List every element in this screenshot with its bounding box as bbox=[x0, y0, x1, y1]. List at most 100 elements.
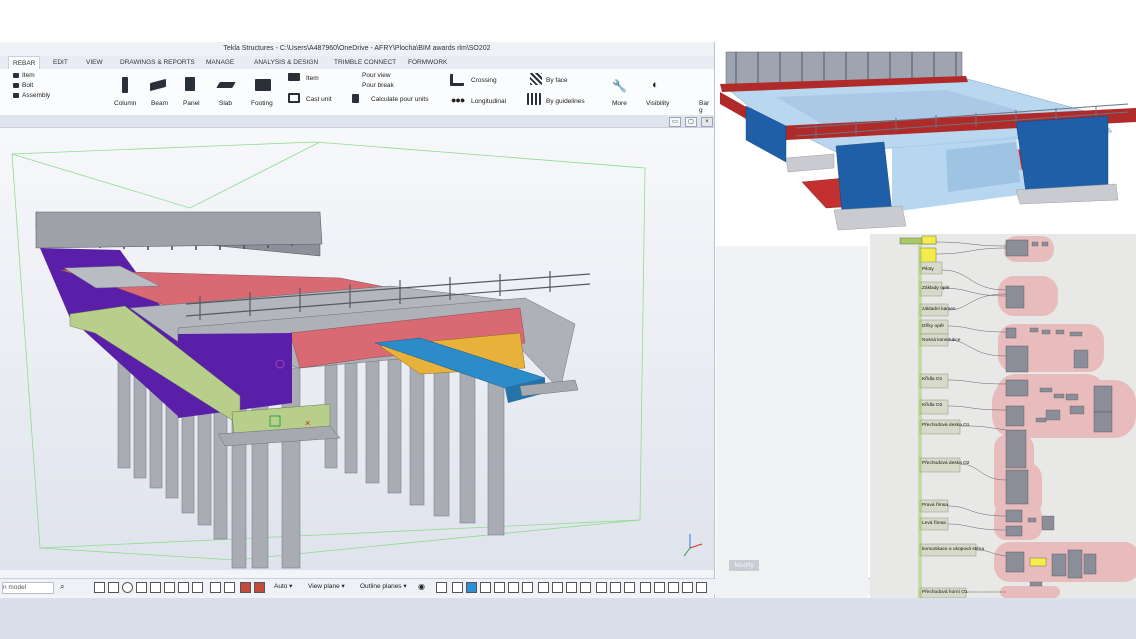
window-title: Tekla Structures - C:\Users\A487960\OneD… bbox=[0, 42, 714, 56]
column-button[interactable]: Column bbox=[114, 100, 136, 107]
eye-icon[interactable]: ◉ bbox=[418, 582, 425, 592]
grid-icon[interactable] bbox=[480, 582, 491, 593]
graph-label-prechodova-deska-o2: Přechodová deska O2 bbox=[922, 461, 970, 466]
visibility-button[interactable]: Visibility bbox=[646, 100, 669, 107]
layers-icon[interactable] bbox=[640, 582, 651, 593]
auto-dropdown[interactable]: Auto ▾ bbox=[274, 582, 292, 592]
item-button[interactable]: Item bbox=[306, 75, 319, 82]
outline-planes-dropdown[interactable]: Outline planes ▾ bbox=[360, 582, 407, 592]
graph-label-prava-rimsa: Pravá římsa bbox=[922, 503, 948, 508]
graph-label-nosna-konstrukce: Nosná konstrukce bbox=[922, 338, 961, 343]
crossing-button[interactable]: Crossing bbox=[471, 77, 497, 84]
wave-tool-icon[interactable] bbox=[178, 582, 189, 593]
model-search-input[interactable]: n model bbox=[2, 582, 54, 594]
by-guidelines-button[interactable]: By guidelines bbox=[546, 98, 585, 105]
wrench-icon: 🔧 bbox=[612, 79, 627, 93]
tool-b-icon[interactable] bbox=[682, 582, 693, 593]
slab-button[interactable]: Slab bbox=[219, 100, 232, 107]
panel-button[interactable]: Panel bbox=[183, 100, 200, 107]
longitudinal-button[interactable]: Longitudinal bbox=[471, 98, 506, 105]
tree-icon[interactable] bbox=[654, 582, 665, 593]
auto-label: Auto bbox=[274, 583, 288, 590]
graph-label-komunikace: komunikace a ukopová stěna bbox=[922, 547, 985, 552]
ribbon-tabs: REBAR EDIT VIEW DRAWINGS & REPORTS MANAG… bbox=[0, 56, 714, 70]
pour-break-button[interactable]: Pour break bbox=[362, 82, 394, 89]
point-icon[interactable] bbox=[522, 582, 533, 593]
circle-tool-icon[interactable] bbox=[122, 582, 133, 593]
scissor-icon[interactable] bbox=[580, 582, 591, 593]
bottom-toolbar: n model ⌕ Auto ▾ View plane ▾ Outline pl… bbox=[0, 578, 714, 595]
tab-view[interactable]: VIEW bbox=[86, 56, 103, 69]
tab-analysis-design[interactable]: ANALYSIS & DESIGN bbox=[254, 56, 318, 69]
close-button[interactable]: × bbox=[701, 117, 713, 127]
by-face-icon bbox=[530, 73, 542, 85]
filter-icon[interactable] bbox=[624, 582, 635, 593]
beam-button[interactable]: Beam bbox=[151, 100, 168, 107]
beam-icon bbox=[150, 78, 166, 92]
triangle-tool-icon[interactable] bbox=[136, 582, 147, 593]
by-guidelines-icon bbox=[527, 93, 541, 105]
tool-a-icon[interactable] bbox=[668, 582, 679, 593]
graph-label-leva-rimsa: Levá římsa bbox=[922, 521, 946, 526]
tab-rebar[interactable]: REBAR bbox=[8, 56, 41, 70]
svg-text:×: × bbox=[305, 418, 310, 428]
column-icon bbox=[122, 77, 128, 93]
grasshopper-node-graph[interactable]: Piloty Základy opěr základní kamen Dříky… bbox=[870, 234, 1136, 598]
tab-trimble-connect[interactable]: TRIMBLE CONNECT bbox=[334, 56, 396, 69]
crossing-icon bbox=[450, 74, 464, 86]
grid-2-icon[interactable] bbox=[494, 582, 505, 593]
model-viewport[interactable]: × bbox=[0, 128, 714, 570]
more-button[interactable]: More bbox=[612, 100, 627, 107]
slab-icon bbox=[216, 82, 236, 88]
ribbon-item-assembly[interactable]: Assembly bbox=[22, 92, 50, 99]
visibility-icon: ◐ bbox=[652, 79, 659, 91]
search-icon[interactable]: ⌕ bbox=[60, 582, 64, 592]
rect-tool-icon[interactable] bbox=[108, 582, 119, 593]
tab-drawings-reports[interactable]: DRAWINGS & REPORTS bbox=[120, 56, 195, 69]
maximize-button[interactable]: ▢ bbox=[685, 117, 697, 127]
tab-formwork[interactable]: FORMWORK bbox=[408, 56, 447, 69]
cross-tool-icon[interactable] bbox=[150, 582, 161, 593]
diag-tool-icon[interactable] bbox=[192, 582, 203, 593]
minimize-button[interactable]: ▭ bbox=[669, 117, 681, 127]
hourglass-tool-icon[interactable] bbox=[210, 582, 221, 593]
box-2-icon[interactable] bbox=[610, 582, 621, 593]
ruler-icon[interactable] bbox=[538, 582, 549, 593]
tab-manage[interactable]: MANAGE bbox=[206, 56, 234, 69]
graph-label-driky-oper: Dříky opěr bbox=[922, 324, 945, 329]
bar-group-button[interactable]: Bar g bbox=[699, 100, 714, 114]
item-icon bbox=[13, 73, 19, 78]
pointer-icon[interactable] bbox=[436, 582, 447, 593]
ribbon: Item Bolt Assembly Column Beam Panel Sla… bbox=[0, 69, 714, 116]
graph-label-zaklady-oper: Základy opěr bbox=[922, 286, 950, 291]
view-plane-dropdown[interactable]: View plane ▾ bbox=[308, 582, 345, 592]
ribbon-item-item[interactable]: Item bbox=[22, 72, 35, 79]
graph-label-prechodova-horni-o1: Přechodová horní O1 bbox=[922, 590, 968, 595]
list-icon[interactable] bbox=[552, 582, 563, 593]
calculate-pour-units-button[interactable]: Calculate pour units bbox=[371, 96, 428, 103]
tab-edit[interactable]: EDIT bbox=[53, 56, 68, 69]
cast-unit-button[interactable]: Cast unit bbox=[306, 96, 332, 103]
assembly-icon bbox=[13, 93, 19, 98]
by-face-button[interactable]: By face bbox=[546, 77, 568, 84]
tool-c-icon[interactable] bbox=[696, 582, 707, 593]
footing-button[interactable]: Footing bbox=[251, 100, 273, 107]
red-square-icon[interactable] bbox=[240, 582, 251, 593]
ribbon-item-bolt[interactable]: Bolt bbox=[22, 82, 33, 89]
modify-button[interactable]: Modify bbox=[729, 560, 759, 571]
longitudinal-icon: ●●● bbox=[451, 95, 465, 105]
line-icon[interactable] bbox=[508, 582, 519, 593]
box-icon[interactable] bbox=[596, 582, 607, 593]
graph-label-prechodova-deska-o1: Přechodová deska O1 bbox=[922, 423, 970, 428]
bridge-3d-model: × bbox=[11, 141, 703, 569]
properties-panel bbox=[716, 246, 868, 598]
pour-view-button[interactable]: Pour view bbox=[362, 72, 391, 79]
red-square-2-icon[interactable] bbox=[254, 582, 265, 593]
arrow-icon[interactable] bbox=[566, 582, 577, 593]
select-tool-icon[interactable] bbox=[94, 582, 105, 593]
snap-tool-icon[interactable] bbox=[164, 582, 175, 593]
tekla-window: Tekla Structures - C:\Users\A487960\OneD… bbox=[0, 42, 715, 598]
split-tool-icon[interactable] bbox=[224, 582, 235, 593]
blue-square-icon[interactable] bbox=[466, 582, 477, 593]
snap-2-icon[interactable] bbox=[452, 582, 463, 593]
